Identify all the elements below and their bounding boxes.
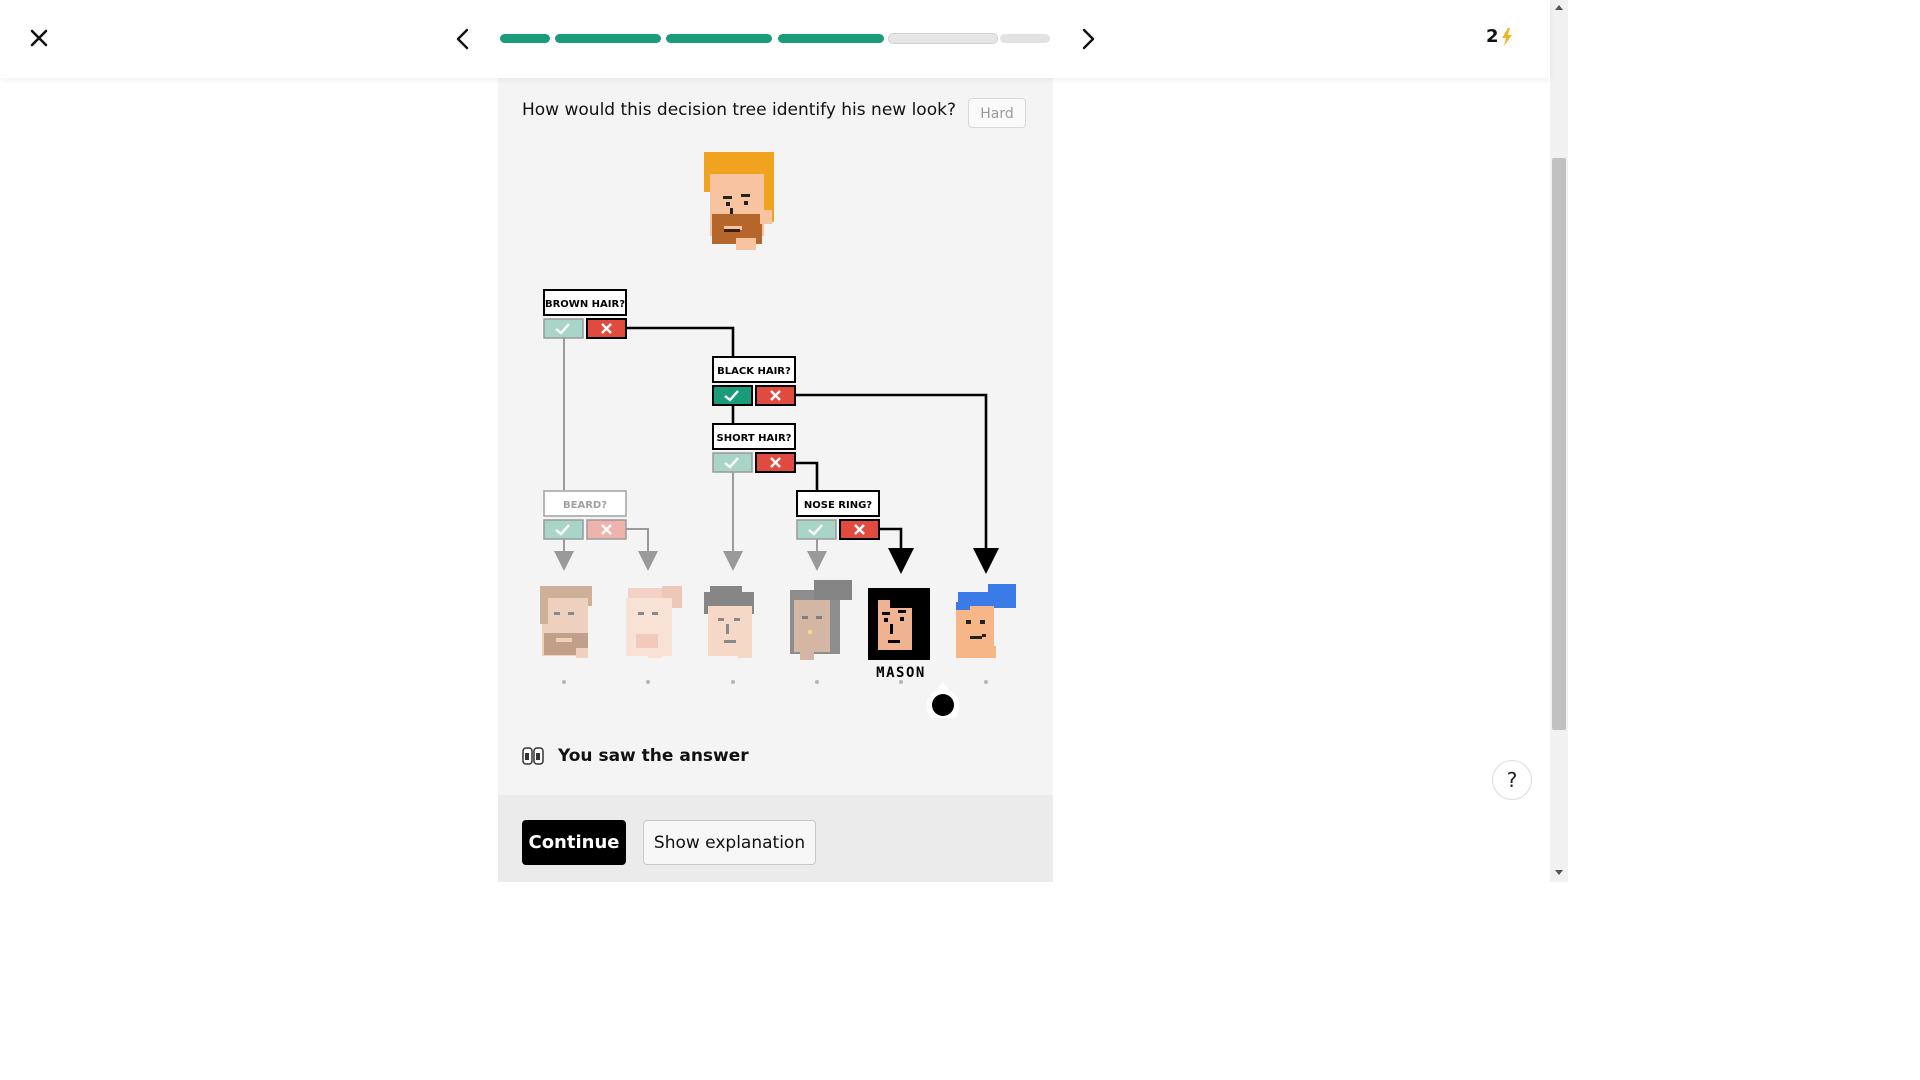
feedback-text: You saw the answer: [558, 746, 749, 766]
leaf-avatar[interactable]: [626, 586, 682, 658]
scroll-down-arrow-icon[interactable]: [1552, 868, 1566, 878]
node-short-hair: SHORT HAIR?: [712, 423, 796, 473]
show-explanation-button[interactable]: Show explanation: [643, 820, 816, 865]
node-label: NOSE RING?: [804, 500, 872, 511]
leaf-avatar[interactable]: [704, 586, 754, 658]
leaf-avatar[interactable]: [540, 586, 592, 658]
top-bar: 2: [0, 0, 1550, 78]
target-person-avatar: [704, 152, 774, 250]
selected-leaf-name: MASON: [876, 665, 926, 681]
node-label: BEARD?: [563, 500, 607, 511]
node-black-hair: BLACK HAIR?: [712, 356, 796, 406]
selection-pin-icon[interactable]: [927, 682, 959, 718]
leaf-avatar[interactable]: [790, 580, 852, 660]
progress-segment[interactable]: [778, 34, 884, 43]
node-nose-ring: NOSE RING?: [796, 490, 880, 540]
progress-segment[interactable]: [1000, 34, 1050, 43]
progress-segment[interactable]: [666, 34, 772, 43]
decision-tree-diagram: BROWN HAIR? BLACK HAIR? SHORT HAIR? BEAR…: [540, 152, 1016, 718]
energy-counter: 2: [1486, 26, 1513, 47]
node-label: BROWN HAIR?: [545, 299, 625, 310]
leaf-avatar[interactable]: [956, 584, 1016, 658]
node-label: BLACK HAIR?: [717, 366, 791, 377]
node-brown-hair: BROWN HAIR?: [543, 289, 627, 339]
energy-count: 2: [1486, 26, 1499, 47]
question-panel: How would this decision tree identify hi…: [498, 78, 1053, 795]
next-arrow-icon[interactable]: [1077, 27, 1099, 51]
progress-segment-current[interactable]: [888, 33, 998, 44]
scrollbar-thumb[interactable]: [1552, 158, 1566, 730]
previous-arrow-icon[interactable]: [452, 27, 474, 51]
continue-button[interactable]: Continue: [522, 820, 626, 865]
feedback-message: You saw the answer: [522, 746, 749, 766]
action-bar: Continue Show explanation: [498, 795, 1053, 882]
lightning-bolt-icon: [1501, 27, 1512, 46]
help-button[interactable]: ?: [1492, 760, 1532, 800]
progress-segment[interactable]: [555, 34, 661, 43]
eyes-icon: [522, 747, 544, 765]
progress-segment[interactable]: [500, 34, 550, 43]
scroll-up-arrow-icon[interactable]: [1552, 2, 1566, 12]
close-icon[interactable]: [28, 27, 50, 49]
leaf-avatar-selected[interactable]: MASON: [868, 588, 930, 681]
node-beard: BEARD?: [543, 490, 627, 540]
node-label: SHORT HAIR?: [717, 433, 792, 444]
